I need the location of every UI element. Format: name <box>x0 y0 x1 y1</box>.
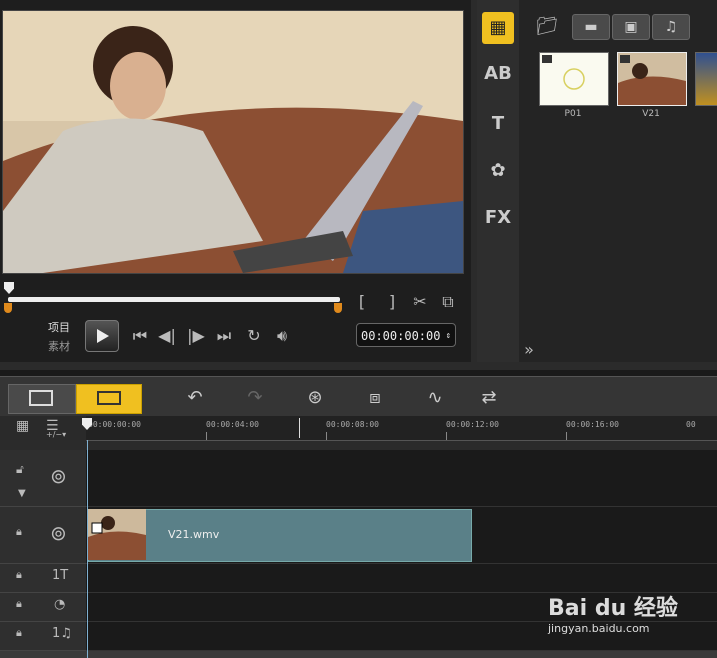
expand-icon[interactable]: » <box>518 340 540 359</box>
video-track-icon[interactable]: ⊚ <box>50 464 67 488</box>
scrub-bar[interactable] <box>8 297 340 302</box>
mark-in-button[interactable]: [ <box>355 292 369 311</box>
mark-in-handle[interactable] <box>4 303 12 313</box>
timeline-view-button[interactable] <box>76 384 142 414</box>
scissors-icon[interactable]: ✂ <box>410 292 430 311</box>
voice-track-icon[interactable]: ◔ <box>54 597 65 612</box>
timecode-stepper-icon[interactable]: ⇕ <box>446 324 451 348</box>
overlay-track-icon[interactable]: ⊚ <box>50 521 67 545</box>
prev-frame-icon[interactable]: ◀| <box>155 326 179 345</box>
watermark-brand: Bai du 经验 <box>548 596 678 621</box>
tick-label: 00:00:04:00 <box>206 420 259 429</box>
tick-label: 00:00:00:00 <box>88 420 141 429</box>
preview-image <box>3 11 463 273</box>
lock-icon[interactable]: 🔒︎ <box>16 626 22 640</box>
mark-out-handle[interactable] <box>334 303 342 313</box>
track-header-music: 🔒︎ 1♫ <box>0 622 86 651</box>
lock-icon[interactable]: 🔒︎ <box>16 568 22 582</box>
video-thumb <box>618 53 686 105</box>
timeline-icon <box>97 391 121 405</box>
title-icon[interactable]: T <box>482 108 514 140</box>
record-capture-icon[interactable]: ⊛ <box>298 384 332 412</box>
clip-thumbnail-image <box>88 509 146 560</box>
library-thumb[interactable] <box>695 52 717 106</box>
track-header-overlay: 🔒︎ ⊚ <box>0 507 86 564</box>
lock-icon[interactable]: 🔒︎ <box>16 597 22 611</box>
music-track-icon[interactable]: 1♫ <box>52 626 72 641</box>
title-track-icon[interactable]: 1T <box>52 568 68 583</box>
folder-icon[interactable]: 📁︎ <box>534 16 560 37</box>
repeat-icon[interactable]: ↻ <box>242 326 266 345</box>
undo-icon[interactable]: ↶ <box>178 384 212 412</box>
zoom-control[interactable]: +/−▾ <box>46 430 66 439</box>
track-manager-icon[interactable]: ▦ <box>16 418 29 434</box>
image-filter-tab[interactable]: ▣ <box>612 14 650 40</box>
filmstrip-icon <box>29 390 53 406</box>
clip-thumbnail <box>88 509 146 560</box>
baidu-watermark: Bai du 经验 jingyan.baidu.com <box>548 590 713 640</box>
fx-icon[interactable]: FX <box>482 202 514 234</box>
library-thumb-selected[interactable] <box>617 52 687 106</box>
audio-filter-tab[interactable]: ♫ <box>652 14 690 40</box>
timeline-cursor-line <box>87 440 88 658</box>
tick <box>326 432 327 440</box>
media-icon[interactable]: ▦ <box>482 12 514 44</box>
to-start-icon[interactable]: ⏮ <box>128 326 152 346</box>
tick <box>566 432 567 440</box>
timecode-value: 00:00:00:00 <box>361 329 441 343</box>
redo-icon[interactable]: ↷ <box>238 384 272 412</box>
project-mode-label[interactable]: 项目 <box>48 319 70 335</box>
lock-all-icon[interactable]: 🔓︎ <box>16 462 24 477</box>
transition-icon[interactable]: AB <box>482 58 514 90</box>
ruler-marker <box>299 418 300 438</box>
video-track[interactable] <box>86 450 717 507</box>
track-header-voice: 🔒︎ ◔ <box>0 593 86 622</box>
volume-icon[interactable]: 🔊︎ <box>270 326 294 346</box>
thumb-label: V21 <box>642 109 660 119</box>
thumb-label: P01 <box>564 109 582 119</box>
tick-label: 00:00:12:00 <box>446 420 499 429</box>
tick-label: 00:00:16:00 <box>566 420 619 429</box>
library-thumb[interactable] <box>539 52 609 106</box>
mark-out-button[interactable]: ] <box>385 292 399 311</box>
lock-icon[interactable]: 🔒︎ <box>16 525 22 539</box>
tick <box>206 432 207 440</box>
storyboard-view-button[interactable] <box>8 384 76 414</box>
track-header-title: 🔒︎ 1T <box>0 564 86 593</box>
collapse-icon[interactable]: ▼ <box>18 488 26 499</box>
graphic-icon[interactable]: ✿ <box>482 155 514 187</box>
timeline-ruler[interactable] <box>86 416 717 441</box>
audio-wave-icon[interactable]: ∿ <box>418 384 452 412</box>
mixer-icon[interactable]: ⧈ <box>358 384 392 412</box>
tick <box>446 432 447 440</box>
sun-drawing-thumb <box>542 55 585 90</box>
auto-music-icon[interactable]: ⇄ <box>472 384 506 412</box>
watermark-url: jingyan.baidu.com <box>548 622 650 635</box>
ruler-header: ▦ ☰ +/−▾ <box>0 416 86 440</box>
to-end-icon[interactable]: ⏭ <box>212 326 236 346</box>
preview-screen <box>2 10 464 274</box>
play-button[interactable] <box>85 320 119 352</box>
next-frame-icon[interactable]: |▶ <box>184 326 208 345</box>
clip-mode-label[interactable]: 素材 <box>48 338 70 354</box>
enlarge-icon[interactable]: ⧉ <box>438 292 458 312</box>
clip-label: V21.wmv <box>168 528 220 541</box>
timecode-field[interactable]: 00:00:00:00 ⇕ <box>356 323 456 347</box>
tick-label: 00 <box>686 420 696 429</box>
splitter[interactable] <box>0 370 717 376</box>
timeline-scrollbar[interactable] <box>0 651 717 658</box>
play-icon <box>97 329 109 343</box>
track-header-video: 🔓︎ ▼ ⊚ <box>0 450 86 507</box>
tick-label: 00:00:08:00 <box>326 420 379 429</box>
title-track[interactable] <box>86 564 717 593</box>
video-filter-tab[interactable]: ▬ <box>572 14 610 40</box>
